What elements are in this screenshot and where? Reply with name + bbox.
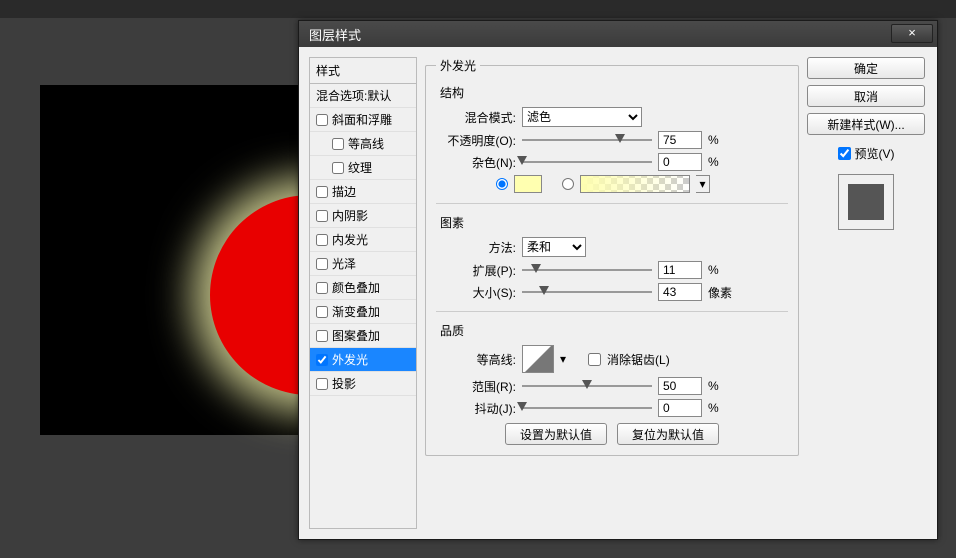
- stroke-label: 描边: [332, 183, 356, 200]
- inner-shadow-row[interactable]: 内阴影: [310, 204, 416, 228]
- technique-select[interactable]: 柔和: [522, 237, 586, 257]
- outer-glow-label: 外发光: [332, 351, 368, 368]
- anti-alias-label: 消除锯齿(L): [607, 351, 670, 368]
- quality-title: 品质: [440, 322, 788, 339]
- blend-mode-label: 混合模式:: [436, 109, 516, 126]
- options-panel: 外发光 结构 混合模式: 滤色 不透明度(O): %: [425, 57, 799, 529]
- contour-label: 等高线: [348, 135, 384, 152]
- preview-toggle-row: 预览(V): [807, 145, 925, 162]
- dialog-title: 图层样式: [309, 25, 361, 44]
- noise-slider[interactable]: [522, 155, 652, 169]
- opacity-label: 不透明度(O):: [436, 132, 516, 149]
- cancel-button[interactable]: 取消: [807, 85, 925, 107]
- noise-label: 杂色(N):: [436, 154, 516, 171]
- color-radio[interactable]: [496, 178, 508, 190]
- texture-label: 纹理: [348, 159, 372, 176]
- styles-header[interactable]: 样式: [310, 58, 416, 84]
- gradient-overlay-row[interactable]: 渐变叠加: [310, 300, 416, 324]
- gradient-overlay-checkbox[interactable]: [316, 306, 328, 318]
- range-input[interactable]: [658, 377, 702, 395]
- inner-shadow-checkbox[interactable]: [316, 210, 328, 222]
- size-label: 大小(S):: [436, 284, 516, 301]
- color-overlay-label: 颜色叠加: [332, 279, 380, 296]
- anti-alias-checkbox[interactable]: [588, 353, 601, 366]
- range-label: 范围(R):: [436, 378, 516, 395]
- contour-picker[interactable]: [522, 345, 554, 373]
- satin-row[interactable]: 光泽: [310, 252, 416, 276]
- stroke-row[interactable]: 描边: [310, 180, 416, 204]
- inner-glow-checkbox[interactable]: [316, 234, 328, 246]
- color-overlay-row[interactable]: 颜色叠加: [310, 276, 416, 300]
- styles-list: 样式 混合选项:默认 斜面和浮雕 等高线 纹理 描边 内阴影: [309, 57, 417, 529]
- inner-shadow-label: 内阴影: [332, 207, 368, 224]
- opacity-slider[interactable]: [522, 133, 652, 147]
- preview-checkbox[interactable]: [838, 147, 851, 160]
- size-input[interactable]: [658, 283, 702, 301]
- jitter-slider[interactable]: [522, 401, 652, 415]
- bevel-checkbox[interactable]: [316, 114, 328, 126]
- texture-checkbox[interactable]: [332, 162, 344, 174]
- inner-glow-label: 内发光: [332, 231, 368, 248]
- satin-checkbox[interactable]: [316, 258, 328, 270]
- close-button[interactable]: ×: [891, 24, 933, 43]
- gradient-preview[interactable]: [580, 175, 690, 193]
- stroke-checkbox[interactable]: [316, 186, 328, 198]
- dialog-titlebar[interactable]: 图层样式 ×: [299, 21, 937, 47]
- outer-glow-row[interactable]: 外发光: [310, 348, 416, 372]
- jitter-unit: %: [708, 401, 719, 415]
- color-swatch[interactable]: [514, 175, 542, 193]
- opacity-input[interactable]: [658, 131, 702, 149]
- set-default-button[interactable]: 设置为默认值: [505, 423, 607, 445]
- dialog-buttons: 确定 取消 新建样式(W)... 预览(V): [807, 57, 925, 529]
- contour-field-label: 等高线:: [436, 351, 516, 368]
- pattern-overlay-label: 图案叠加: [332, 327, 380, 344]
- bevel-label: 斜面和浮雕: [332, 111, 392, 128]
- elements-title: 图素: [440, 214, 788, 231]
- ok-button[interactable]: 确定: [807, 57, 925, 79]
- noise-input[interactable]: [658, 153, 702, 171]
- spread-unit: %: [708, 263, 719, 277]
- pattern-overlay-row[interactable]: 图案叠加: [310, 324, 416, 348]
- gradient-overlay-label: 渐变叠加: [332, 303, 380, 320]
- range-slider[interactable]: [522, 379, 652, 393]
- preview-label: 预览(V): [855, 145, 895, 162]
- bevel-row[interactable]: 斜面和浮雕: [310, 108, 416, 132]
- blend-mode-select[interactable]: 滤色: [522, 107, 642, 127]
- blend-options-label: 混合选项:默认: [316, 87, 391, 104]
- satin-label: 光泽: [332, 255, 356, 272]
- reset-default-button[interactable]: 复位为默认值: [617, 423, 719, 445]
- contour-checkbox[interactable]: [332, 138, 344, 150]
- blend-options-row[interactable]: 混合选项:默认: [310, 84, 416, 108]
- range-unit: %: [708, 379, 719, 393]
- opacity-unit: %: [708, 133, 719, 147]
- outer-glow-checkbox[interactable]: [316, 354, 328, 366]
- structure-title: 结构: [440, 84, 788, 101]
- preview-thumb-inner: [848, 184, 884, 220]
- new-style-button[interactable]: 新建样式(W)...: [807, 113, 925, 135]
- gradient-radio[interactable]: [562, 178, 574, 190]
- size-slider[interactable]: [522, 285, 652, 299]
- jitter-input[interactable]: [658, 399, 702, 417]
- texture-row[interactable]: 纹理: [310, 156, 416, 180]
- size-unit: 像素: [708, 284, 732, 301]
- technique-label: 方法:: [436, 239, 516, 256]
- preview-thumbnail: [838, 174, 894, 230]
- noise-unit: %: [708, 155, 719, 169]
- spread-input[interactable]: [658, 261, 702, 279]
- jitter-label: 抖动(J):: [436, 400, 516, 417]
- inner-glow-row[interactable]: 内发光: [310, 228, 416, 252]
- drop-shadow-checkbox[interactable]: [316, 378, 328, 390]
- pattern-overlay-checkbox[interactable]: [316, 330, 328, 342]
- contour-row[interactable]: 等高线: [310, 132, 416, 156]
- drop-shadow-label: 投影: [332, 375, 356, 392]
- outer-glow-title: 外发光: [436, 57, 480, 74]
- contour-arrow-icon[interactable]: ▾: [560, 352, 566, 366]
- color-overlay-checkbox[interactable]: [316, 282, 328, 294]
- drop-shadow-row[interactable]: 投影: [310, 372, 416, 396]
- spread-slider[interactable]: [522, 263, 652, 277]
- outer-glow-group: 外发光 结构 混合模式: 滤色 不透明度(O): %: [425, 57, 799, 456]
- gradient-arrow-icon[interactable]: ▾: [696, 175, 710, 193]
- layer-style-dialog: 图层样式 × 样式 混合选项:默认 斜面和浮雕 等高线 纹理 描边: [298, 20, 938, 540]
- spread-label: 扩展(P):: [436, 262, 516, 279]
